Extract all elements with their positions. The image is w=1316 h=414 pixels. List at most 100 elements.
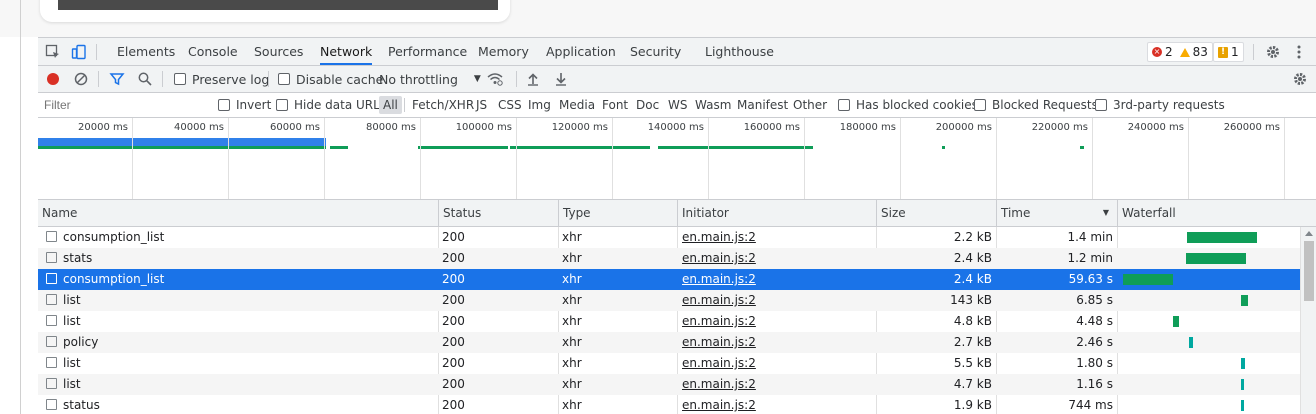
export-har-icon[interactable] [552,70,570,88]
tab-performance[interactable]: Performance [388,38,467,65]
cell-name[interactable]: list [42,374,438,395]
filter-type-fetch-xhr[interactable]: Fetch/XHR [412,93,474,117]
console-counts-badge[interactable]: × 2 83 [1147,42,1213,62]
cell-initiator-link[interactable]: en.main.js:2 [678,311,876,332]
table-row[interactable]: list 200 xhr en.main.js:2 143 kB 6.85 s [38,290,1300,311]
filter-type-img[interactable]: Img [528,93,551,117]
cell-initiator-link[interactable]: en.main.js:2 [678,374,876,395]
tab-elements[interactable]: Elements [117,38,175,65]
preserve-log-check[interactable] [174,73,186,85]
col-waterfall-header[interactable]: Waterfall [1117,200,1316,226]
has-blocked-cookies-checkbox[interactable]: Has blocked cookies [838,93,978,117]
filter-type-media[interactable]: Media [559,93,595,117]
network-settings-gear-icon[interactable] [1291,70,1309,88]
table-row[interactable]: status 200 xhr en.main.js:2 1.9 kB 744 ms [38,395,1300,414]
cell-name[interactable]: policy [42,332,438,353]
table-row[interactable]: consumption_list 200 xhr en.main.js:2 2.4 kB… [38,269,1300,290]
filter-input[interactable] [40,96,204,115]
tab-network[interactable]: Network [320,38,373,65]
filter-icon[interactable] [108,70,126,88]
col-name-header[interactable]: Name [38,200,438,226]
timeline-gridline [324,118,325,199]
disable-cache-checkbox[interactable]: Disable cache [278,66,383,92]
tab-security[interactable]: Security [630,38,681,65]
filter-type-font[interactable]: Font [602,93,628,117]
request-name: list [63,356,81,370]
preserve-log-checkbox[interactable]: Preserve log [174,66,269,92]
col-type-header[interactable]: Type [558,200,677,226]
scroll-up-arrow-icon[interactable] [1305,231,1313,236]
filter-type-doc[interactable]: Doc [636,93,659,117]
filter-type-css[interactable]: CSS [498,93,522,117]
request-file-icon [46,252,57,263]
hide-data-urls-checkbox[interactable]: Hide data URLs [276,93,386,117]
cell-name[interactable]: list [42,290,438,311]
table-row[interactable]: list 200 xhr en.main.js:2 4.7 kB 1.16 s [38,374,1300,395]
clear-icon[interactable] [72,70,90,88]
hide-data-urls-check[interactable] [276,99,288,111]
device-toolbar-icon[interactable] [70,43,88,61]
table-row[interactable]: list 200 xhr en.main.js:2 5.5 kB 1.80 s [38,353,1300,374]
filter-type-other[interactable]: Other [793,93,827,117]
invert-checkbox[interactable]: Invert [218,93,271,117]
settings-gear-icon[interactable] [1264,43,1282,61]
cell-initiator-link[interactable]: en.main.js:2 [678,353,876,374]
issues-badge[interactable]: ! 1 [1213,42,1244,62]
has-blocked-cookies-check[interactable] [838,99,850,111]
cell-name[interactable]: consumption_list [42,269,438,290]
timeline-bar [38,146,326,149]
filter-type-js[interactable]: JS [476,93,487,117]
col-initiator-header[interactable]: Initiator [677,200,876,226]
request-name: list [63,314,81,328]
tab-memory[interactable]: Memory [478,38,529,65]
tab-console[interactable]: Console [188,38,238,65]
cell-initiator-link[interactable]: en.main.js:2 [678,395,876,414]
filter-type-wasm[interactable]: Wasm [695,93,731,117]
third-party-requests-check[interactable] [1095,99,1107,111]
table-row[interactable]: consumption_list 200 xhr en.main.js:2 2.2 kB… [38,227,1300,248]
table-row[interactable]: stats 200 xhr en.main.js:2 2.4 kB 1.2 min [38,248,1300,269]
cell-name[interactable]: status [42,395,438,414]
record-icon[interactable] [44,70,62,88]
timeline-gridline [516,118,517,199]
more-options-icon[interactable] [1290,43,1308,61]
network-conditions-icon[interactable] [486,70,504,88]
table-scrollbar[interactable] [1300,227,1316,414]
throttling-select[interactable]: No throttling ▼ [379,66,481,92]
col-status-header[interactable]: Status [438,200,558,226]
cell-initiator-link[interactable]: en.main.js:2 [678,290,876,311]
cell-name[interactable]: consumption_list [42,227,438,248]
issues-count: 1 [1231,45,1239,59]
cell-name[interactable]: list [42,353,438,374]
timeline-gridline [900,118,901,199]
timeline-overview[interactable]: 20000 ms 40000 ms 60000 ms 80000 ms 100000 m… [38,118,1316,200]
filter-type-ws[interactable]: WS [668,93,687,117]
col-time-header[interactable]: Time ▼ [996,200,1117,226]
cell-initiator-link[interactable]: en.main.js:2 [678,227,876,248]
blocked-requests-checkbox[interactable]: Blocked Requests [974,93,1098,117]
import-har-icon[interactable] [524,70,542,88]
disable-cache-check[interactable] [278,73,290,85]
tab-application[interactable]: Application [546,38,616,65]
cell-time: 2.46 s [1076,335,1113,349]
filter-type-all[interactable]: All [379,96,402,114]
col-size-header[interactable]: Size [876,200,996,226]
invert-check[interactable] [218,99,230,111]
blocked-requests-check[interactable] [974,99,986,111]
search-icon[interactable] [136,70,154,88]
cell-name[interactable]: list [42,311,438,332]
timeline-tick-label: 60000 ms [270,122,320,133]
timeline-gridline [1092,118,1093,199]
table-row[interactable]: list 200 xhr en.main.js:2 4.8 kB 4.48 s [38,311,1300,332]
cell-name[interactable]: stats [42,248,438,269]
tab-sources[interactable]: Sources [254,38,303,65]
cell-initiator-link[interactable]: en.main.js:2 [678,248,876,269]
cell-initiator-link[interactable]: en.main.js:2 [678,332,876,353]
table-row[interactable]: policy 200 xhr en.main.js:2 2.7 kB 2.46 s [38,332,1300,353]
third-party-requests-checkbox[interactable]: 3rd-party requests [1095,93,1225,117]
inspect-element-icon[interactable] [44,43,62,61]
cell-initiator-link[interactable]: en.main.js:2 [678,269,876,290]
filter-type-manifest[interactable]: Manifest [737,93,788,117]
tab-lighthouse[interactable]: Lighthouse [705,38,774,65]
scrollbar-thumb[interactable] [1304,241,1314,301]
